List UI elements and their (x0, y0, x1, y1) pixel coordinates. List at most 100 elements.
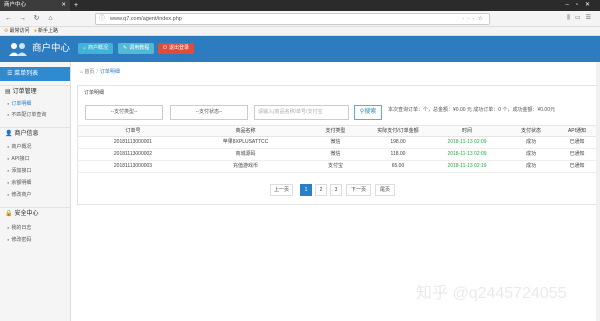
bullet-icon: ● (7, 112, 10, 117)
app-header: 商户中心 ⌂ 商户概况 ✎ 调用教程 ⏻ 退出登录 (0, 36, 600, 62)
order-time: 2018-11-13 02:09 (447, 151, 487, 157)
bookmark-most-visited[interactable]: ⚙最常访问 (4, 27, 30, 36)
bullet-icon: ● (7, 101, 10, 106)
column-header: API通知 (567, 128, 587, 134)
tutorial-button[interactable]: ✎ 调用教程 (118, 43, 155, 54)
order-number: 20181113000002 (113, 151, 153, 157)
sidebar-group-merchant-info[interactable]: 👤 商户信息 (0, 127, 70, 139)
bullet-icon: ● (7, 168, 10, 173)
forward-icon[interactable]: → (17, 13, 28, 24)
column-header: 订单号 (125, 128, 141, 134)
info-icon[interactable]: ⓘ (99, 14, 105, 24)
breadcrumb-current: 订单明细 (99, 69, 120, 75)
prev-page-button[interactable]: 上一页 (270, 184, 293, 196)
home-icon: ⌂ (83, 45, 87, 51)
sidebar-item-order-details[interactable]: ● 订单明细 (0, 99, 70, 109)
pay-type-select[interactable]: --支付类型-- (85, 105, 163, 120)
address-bar[interactable]: ⓘ www.q7.com/agent/index.php ···☆ (95, 13, 490, 25)
order-number: 20181113000003 (113, 163, 153, 169)
sidebar-item-change-password[interactable]: ● 修改密码 (0, 235, 70, 245)
sidebar-item-api[interactable]: ● API接口 (0, 154, 70, 164)
home-icon[interactable]: ⌂ (45, 13, 56, 24)
window-controls[interactable]: –▫✕ (566, 0, 598, 11)
sidebar-item-edit-merchant[interactable]: ● 修改商户 (0, 190, 70, 200)
bullet-icon: ● (7, 225, 10, 230)
api-notify: 已通知 (569, 151, 585, 157)
browser-navbar: ← → ↻ ⌂ ⓘ www.q7.com/agent/index.php ···… (0, 11, 600, 27)
bullet-icon: ● (7, 156, 10, 161)
toolbar-icons[interactable]: ⫼▭☰ (567, 13, 596, 24)
search-button[interactable]: ⚲搜索 (354, 105, 382, 120)
bullet-icon: ● (7, 192, 10, 197)
table-header: 订单号 商品名称 支付类型 实际支付/订单金额 时间 支付状态 API通知 (78, 125, 598, 137)
close-tab-icon[interactable]: ✕ (61, 0, 66, 11)
reload-icon[interactable]: ↻ (31, 13, 42, 24)
page-3-button[interactable]: 3 (330, 184, 342, 196)
pay-status-select[interactable]: --支付状态-- (170, 105, 248, 120)
back-icon[interactable]: ← (3, 13, 14, 24)
page-1-button[interactable]: 1 (300, 184, 312, 196)
table-row: 20181113000003 充值游戏币 支付宝 65.00 2018-11-1… (78, 161, 598, 173)
next-page-button[interactable]: 下一页 (346, 184, 371, 196)
pay-status: 成功 (525, 163, 536, 169)
sidebar-group-orders[interactable]: ▤ 订单管理 (0, 85, 70, 97)
user-icon: 👤 (5, 131, 13, 137)
bullet-icon: ● (7, 180, 10, 185)
pay-type: 微信 (330, 139, 341, 145)
watermark: 知乎 @q2445724055 (416, 285, 567, 302)
logout-button[interactable]: ⏻ 退出登录 (158, 43, 194, 54)
order-time: 2018-11-13 02:19 (447, 163, 487, 169)
bookmarks-bar: ⚙最常访问 ●新手上路 (0, 27, 600, 36)
search-input[interactable]: 请输入(商品名称/单号/支付宝 (254, 105, 349, 120)
menu-list-header: ☰ 菜单列表 (0, 67, 70, 81)
page-actions-icon[interactable]: ···☆ (463, 14, 486, 24)
pay-type: 支付宝 (327, 163, 343, 169)
address-url: www.q7.com/agent/index.php (110, 16, 182, 22)
amount: 198.00 (390, 139, 406, 145)
pagination: 上一页 1 2 3 下一页 尾页 (78, 184, 598, 196)
list-icon: ▤ (5, 89, 11, 95)
firefox-icon: ● (34, 28, 38, 34)
gear-icon: ⚙ (4, 28, 9, 34)
breadcrumb: ⌂ 首页 / 订单明细 (80, 68, 120, 76)
lock-icon: 🔒 (5, 211, 13, 217)
product-name: 苹果8XPLUSATTCC (222, 139, 269, 145)
bullet-icon: ● (7, 237, 10, 242)
product-name: 商城源码 (235, 151, 256, 157)
sidebar-item-unmatched-orders[interactable]: ● 不匹配订单查询 (0, 110, 70, 120)
breadcrumb-separator: / (96, 69, 98, 75)
pay-status: 成功 (525, 139, 536, 145)
sidebar-group-security[interactable]: 🔒 安全中心 (0, 207, 70, 219)
order-details-panel: 订单明细 --支付类型-- --支付状态-- 请输入(商品名称/单号/支付宝 ⚲… (77, 85, 599, 205)
browser-tab[interactable]: 商户中心 ✕ (0, 0, 70, 11)
pay-status: 成功 (525, 151, 536, 157)
bookmark-getting-started[interactable]: ●新手上路 (34, 27, 58, 36)
app-title: 商户中心 (32, 43, 71, 54)
browser-tab-title: 商户中心 (4, 2, 27, 8)
page-2-button[interactable]: 2 (315, 184, 327, 196)
column-header: 实际支付/订单金额 (377, 128, 419, 134)
column-header: 时间 (461, 128, 472, 134)
api-notify: 已通知 (569, 139, 585, 145)
sidebar-item-balance-details[interactable]: ● 余额明细 (0, 178, 70, 188)
last-page-button[interactable]: 尾页 (375, 184, 395, 196)
new-tab-icon[interactable]: + (74, 0, 78, 11)
sidebar: ☰ 菜单列表 ▤ 订单管理 ● 订单明细 ● 不匹配订单查询 👤 商户信息 ● 商户概况 … (0, 62, 71, 321)
merchant-logo-icon (9, 43, 27, 56)
amount: 118.00 (390, 151, 406, 157)
order-number: 20181113000001 (113, 139, 153, 145)
amount: 65.00 (391, 163, 405, 169)
power-icon: ⏻ (163, 45, 167, 51)
panel-title: 订单明细 (84, 90, 105, 96)
product-name: 充值游戏币 (232, 163, 258, 169)
merchant-overview-button[interactable]: ⌂ 商户概况 (78, 43, 114, 54)
sidebar-item-my-log[interactable]: ● 我的日志 (0, 223, 70, 233)
sidebar-item-add-interface[interactable]: ● 添加接口 (0, 166, 70, 176)
breadcrumb-home[interactable]: 首页 (84, 69, 94, 75)
query-stats: 本次查询订单：个，总金额：¥0.00 元 成功订单：0 个，成功金额：¥0.00… (388, 107, 555, 113)
home-icon: ⌂ (80, 69, 84, 75)
table-row: 20181113000001 苹果8XPLUSATTCC 微信 198.00 2… (78, 137, 598, 149)
sidebar-item-merchant-overview[interactable]: ● 商户概况 (0, 142, 70, 152)
column-header: 支付状态 (520, 128, 541, 134)
vertical-scrollbar[interactable] (596, 62, 600, 321)
